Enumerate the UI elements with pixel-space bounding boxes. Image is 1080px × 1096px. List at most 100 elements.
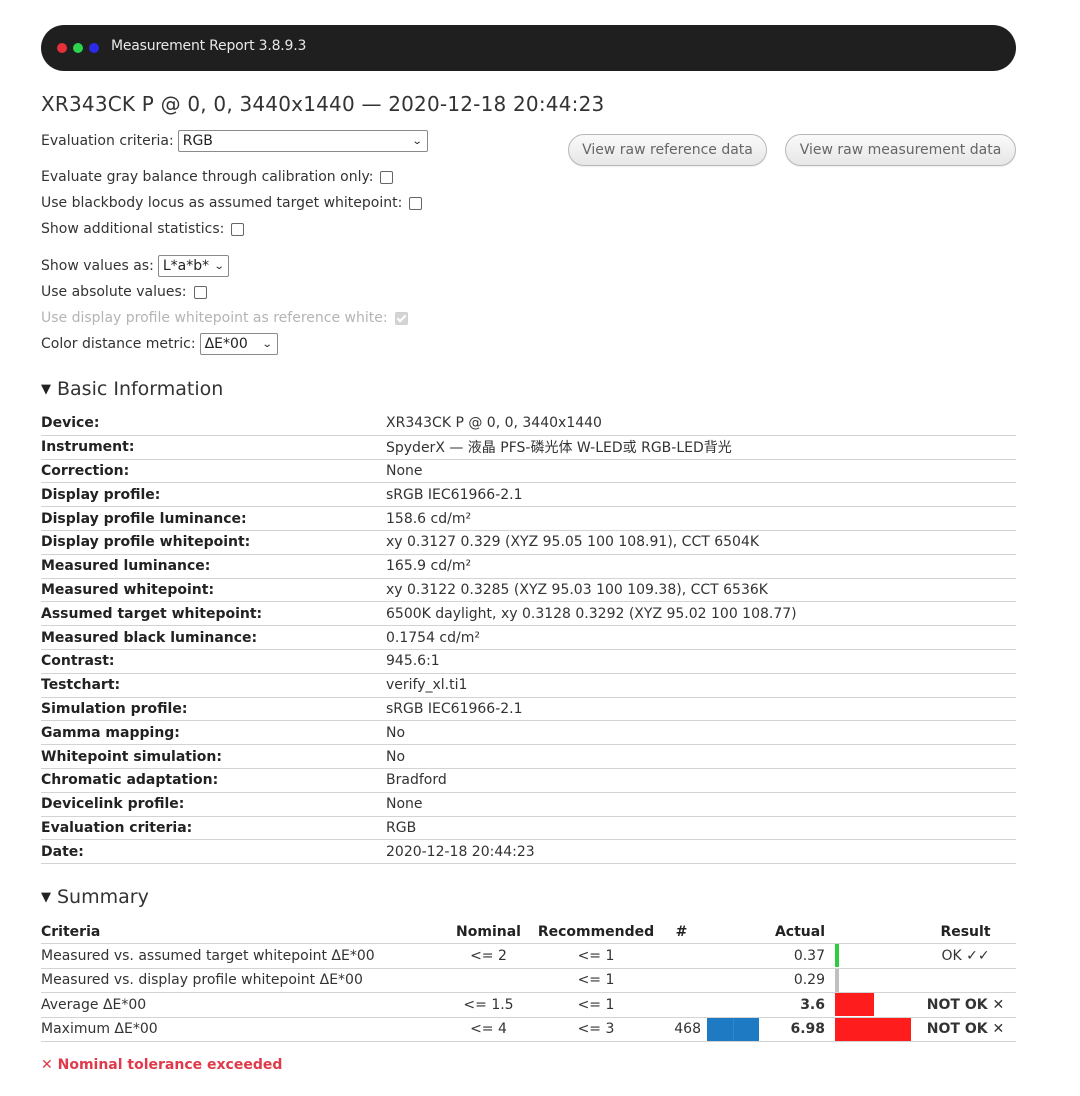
criteria-cell: Measured vs. display profile whitepoint … xyxy=(41,968,441,993)
info-key: Measured luminance: xyxy=(41,554,386,579)
criteria-cell: Maximum ΔE*00 xyxy=(41,1017,441,1042)
info-row: Instrument: SpyderX — 液晶 PFS-磷光体 W-LED或 R… xyxy=(41,435,1016,460)
bar-cell xyxy=(835,1017,915,1042)
summary-table: Criteria Nominal Recommended # Actual Re… xyxy=(41,920,1016,1042)
additional-stats-checkbox[interactable] xyxy=(231,222,245,236)
recommended-cell: <= 1 xyxy=(536,968,656,993)
actual-bar xyxy=(835,968,839,992)
summary-header-row: Criteria Nominal Recommended # Actual Re… xyxy=(41,920,1016,944)
view-raw-measurement-button[interactable]: View raw measurement data xyxy=(785,134,1016,166)
maximize-window-dot-icon[interactable] xyxy=(89,43,99,53)
count-cell xyxy=(656,943,707,969)
info-row: Assumed target whitepoint: 6500K daylight… xyxy=(41,601,1016,627)
basic-info-title: Basic Information xyxy=(57,378,224,400)
info-value: 158.6 cd/m² xyxy=(386,506,1016,531)
count-cell xyxy=(656,968,707,993)
additional-stats-row: Show additional statistics: xyxy=(41,221,245,237)
count-cell xyxy=(656,992,707,1018)
info-value: 165.9 cd/m² xyxy=(386,554,1016,579)
color-distance-label: Color distance metric: xyxy=(41,336,196,352)
count-cell: 468 xyxy=(656,1017,707,1042)
basic-info-table: Device: XR343CK P @ 0, 0, 3440x1440 Instru… xyxy=(41,412,1016,865)
info-value: sRGB IEC61966-2.1 xyxy=(386,482,1016,508)
gray-balance-label: Evaluate gray balance through calibratio… xyxy=(41,169,374,185)
patch-cell xyxy=(707,968,761,993)
page-title: XR343CK P @ 0, 0, 3440x1440 — 2020-12-18… xyxy=(41,92,605,116)
color-distance-row: Color distance metric: ΔE*00 ⌄ xyxy=(41,333,278,355)
bar-cell xyxy=(835,943,915,969)
triangle-down-icon: ▼ xyxy=(41,382,51,397)
evaluation-criteria-label: Evaluation criteria: xyxy=(41,133,174,149)
header-criteria: Criteria xyxy=(41,920,441,944)
info-value: No xyxy=(386,720,1016,746)
criteria-cell: Measured vs. assumed target whitepoint Δ… xyxy=(41,943,441,969)
recommended-cell: <= 1 xyxy=(536,992,656,1018)
chevron-down-icon: ⌄ xyxy=(261,338,273,350)
chevron-down-icon: ⌄ xyxy=(412,135,423,147)
view-raw-reference-button[interactable]: View raw reference data xyxy=(568,134,767,166)
absolute-values-label: Use absolute values: xyxy=(41,284,187,300)
show-values-value: L*a*b* xyxy=(162,258,210,274)
display-profile-white-checkbox xyxy=(394,311,408,325)
info-value: No xyxy=(386,744,1016,769)
header-recommended: Recommended xyxy=(536,920,656,944)
recommended-cell: <= 3 xyxy=(536,1017,656,1042)
summary-title: Summary xyxy=(57,886,149,908)
color-distance-select[interactable]: ΔE*00 ⌄ xyxy=(199,333,278,355)
evaluation-criteria-select[interactable]: RGB ⌄ xyxy=(177,130,428,152)
info-row: Device: XR343CK P @ 0, 0, 3440x1440 xyxy=(41,412,1016,436)
patch-cell xyxy=(707,992,761,1018)
nominal-cell: <= 1.5 xyxy=(441,992,536,1018)
display-profile-white-label: Use display profile whitepoint as refere… xyxy=(41,310,388,326)
header-result: Result xyxy=(915,920,1016,944)
patch-cell xyxy=(707,1017,761,1042)
info-row: Devicelink profile: None xyxy=(41,792,1016,817)
info-value: 2020-12-18 20:44:23 xyxy=(386,839,1016,865)
info-key: Date: xyxy=(41,839,386,865)
info-row: Chromatic adaptation: Bradford xyxy=(41,768,1016,793)
header-histogram xyxy=(707,920,761,944)
info-key: Testchart: xyxy=(41,673,386,698)
display-profile-white-row: Use display profile whitepoint as refere… xyxy=(41,310,408,326)
summary-toggle[interactable]: ▼ Summary xyxy=(41,886,149,908)
info-row: Gamma mapping: No xyxy=(41,720,1016,746)
evaluation-criteria-value: RGB xyxy=(182,133,213,149)
info-key: Instrument: xyxy=(41,435,386,460)
actual-cell: 0.37 xyxy=(761,943,835,969)
info-key: Gamma mapping: xyxy=(41,720,386,746)
show-values-select[interactable]: L*a*b* ⌄ xyxy=(157,255,230,277)
summary-row: Average ΔE*00 <= 1.5 <= 1 3.6 NOT OK ✕ xyxy=(41,992,1016,1018)
blackbody-label: Use blackbody locus as assumed target wh… xyxy=(41,195,403,211)
basic-info-toggle[interactable]: ▼ Basic Information xyxy=(41,378,223,400)
absolute-values-row: Use absolute values: xyxy=(41,284,207,300)
result-cell: OK ✓✓ xyxy=(915,943,1016,969)
absolute-values-checkbox[interactable] xyxy=(193,285,207,299)
minimize-window-dot-icon[interactable] xyxy=(73,43,83,53)
gray-balance-checkbox[interactable] xyxy=(380,170,394,184)
window-titlebar: Measurement Report 3.8.9.3 xyxy=(41,25,1016,71)
info-value: SpyderX — 液晶 PFS-磷光体 W-LED或 RGB-LED背光 xyxy=(386,435,1016,460)
info-row: Measured luminance: 165.9 cd/m² xyxy=(41,554,1016,579)
blackbody-checkbox[interactable] xyxy=(409,196,423,210)
info-value: xy 0.3122 0.3285 (XYZ 95.03 100 109.38),… xyxy=(386,578,1016,603)
bar-cell xyxy=(835,992,915,1018)
info-row: Contrast: 945.6:1 xyxy=(41,649,1016,674)
color-distance-value: ΔE*00 xyxy=(204,336,248,352)
result-cell: NOT OK ✕ xyxy=(915,1017,1016,1042)
nominal-cell: <= 4 xyxy=(441,1017,536,1042)
info-key: Simulation profile: xyxy=(41,697,386,722)
info-value: None xyxy=(386,459,1016,484)
info-key: Correction: xyxy=(41,459,386,484)
actual-cell: 0.29 xyxy=(761,968,835,993)
actual-cell: 3.6 xyxy=(761,992,835,1018)
info-value: Bradford xyxy=(386,768,1016,793)
info-value: RGB xyxy=(386,816,1016,841)
additional-stats-label: Show additional statistics: xyxy=(41,221,225,237)
info-key: Chromatic adaptation: xyxy=(41,768,386,793)
criteria-cell: Average ΔE*00 xyxy=(41,992,441,1018)
actual-bar xyxy=(835,1017,911,1041)
close-window-dot-icon[interactable] xyxy=(57,43,67,53)
result-cell: NOT OK ✕ xyxy=(915,992,1016,1018)
info-row: Evaluation criteria: RGB xyxy=(41,816,1016,841)
info-key: Device: xyxy=(41,412,386,436)
